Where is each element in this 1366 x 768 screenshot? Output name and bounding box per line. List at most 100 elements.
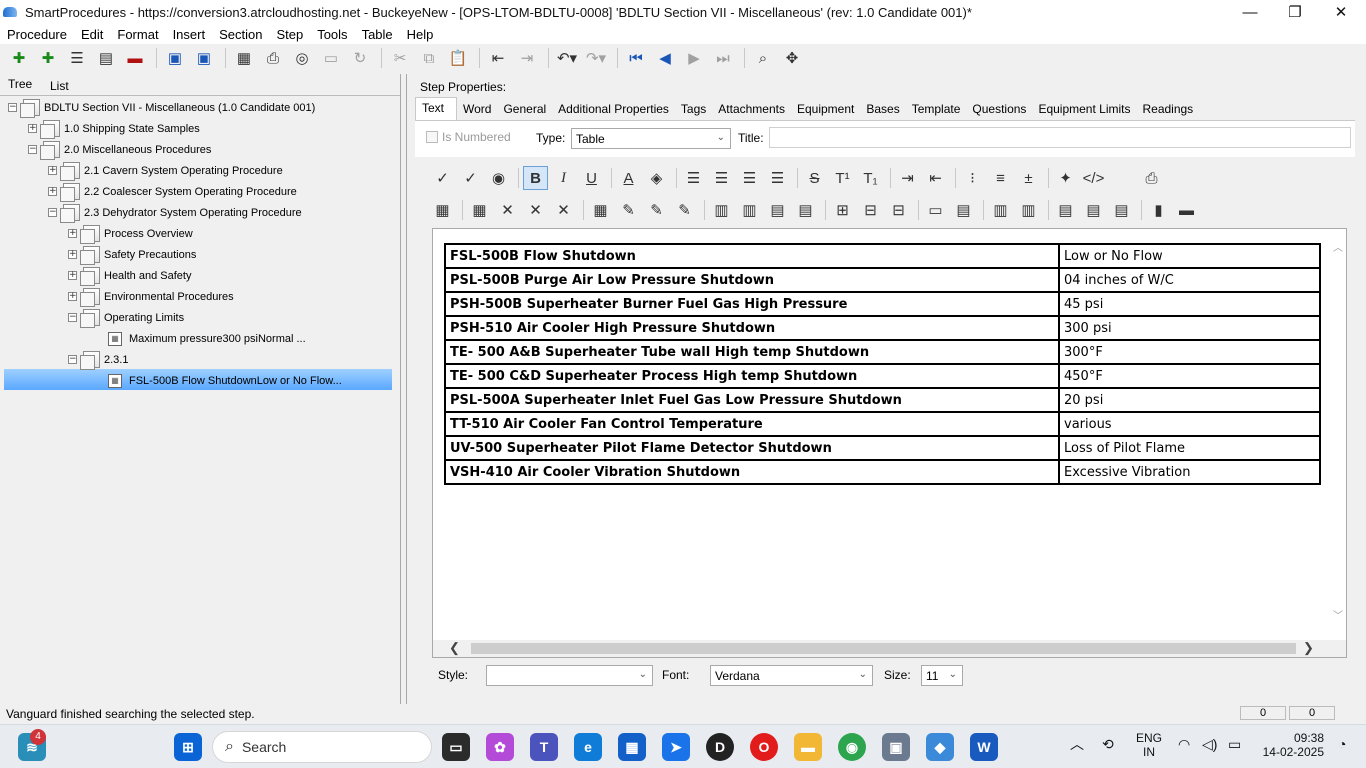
tree-node-coalescer[interactable]: +2.2 Coalescer System Operating Procedur…	[48, 181, 297, 202]
menu-edit[interactable]: Edit	[81, 27, 103, 42]
azure-icon[interactable]: ➤	[662, 733, 690, 761]
menu-insert[interactable]: Insert	[173, 27, 206, 42]
limit-value-cell[interactable]: 20 psi	[1058, 387, 1321, 413]
tree-node-max-pressure[interactable]: ▦ Maximum pressure300 psiNormal ...	[108, 328, 306, 349]
tree-node-environmental[interactable]: + Environmental Procedures	[68, 286, 234, 307]
undo-icon[interactable]: ↶▾	[554, 46, 580, 70]
delete-row-icon[interactable]: ✕	[495, 198, 520, 222]
expand-icon[interactable]: +	[68, 250, 77, 259]
italic-icon[interactable]: I	[551, 166, 576, 190]
tab-questions[interactable]: Questions	[966, 99, 1032, 120]
limit-name-cell[interactable]: PSH-500B Superheater Burner Fuel Gas Hig…	[444, 291, 1060, 317]
expand-icon[interactable]: +	[48, 187, 57, 196]
collapse-icon[interactable]: −	[28, 145, 37, 154]
delete-cells-icon[interactable]: ✕	[551, 198, 576, 222]
magic-wand-icon[interactable]: ✦	[1053, 166, 1078, 190]
limit-value-cell[interactable]: 04 inches of W/C	[1058, 267, 1321, 293]
menu-tools[interactable]: Tools	[317, 27, 347, 42]
tab-tree[interactable]: Tree	[8, 77, 32, 91]
previous-icon[interactable]: ◀	[652, 46, 678, 70]
limit-value-cell[interactable]: 45 psi	[1058, 291, 1321, 317]
menu-format[interactable]: Format	[117, 27, 158, 42]
tab-readings[interactable]: Readings	[1136, 99, 1199, 120]
start-icon[interactable]: ⊞	[174, 733, 202, 761]
justify-icon[interactable]: ☰	[765, 166, 790, 190]
tab-list[interactable]: List	[50, 79, 69, 93]
print-preview-icon[interactable]: ⎙	[1139, 166, 1164, 190]
outdent-icon[interactable]: ⇥	[514, 46, 540, 70]
remote-app-icon[interactable]: ▣	[882, 733, 910, 761]
list-icon[interactable]: ☰	[64, 46, 90, 70]
tab-word[interactable]: Word	[457, 99, 497, 120]
menu-help[interactable]: Help	[407, 27, 434, 42]
bold-icon[interactable]: B	[523, 166, 548, 190]
file-explorer-icon[interactable]: ▬	[794, 733, 822, 761]
minimize-button[interactable]: —	[1227, 0, 1273, 24]
language-indicator[interactable]: ENG IN	[1136, 731, 1162, 759]
tree-node-safety[interactable]: + Safety Precautions	[68, 244, 196, 265]
table-edit-icon[interactable]: ✎	[616, 198, 641, 222]
opera-icon[interactable]: O	[750, 733, 778, 761]
scroll-left-icon[interactable]: ❮	[449, 640, 460, 656]
expand-icon[interactable]: +	[28, 124, 37, 133]
style-select[interactable]: ⌄	[486, 665, 653, 686]
collapse-icon[interactable]: −	[68, 313, 77, 322]
limit-name-cell[interactable]: PSH-510 Air Cooler High Pressure Shutdow…	[444, 315, 1060, 341]
spellcheck-icon[interactable]: ✓	[430, 166, 455, 190]
tree-node-health[interactable]: + Health and Safety	[68, 265, 191, 286]
delete-column-icon[interactable]: ✕	[523, 198, 548, 222]
highlight-icon[interactable]: ◉	[486, 166, 511, 190]
table-properties-icon[interactable]: ✎	[644, 198, 669, 222]
increase-indent-icon[interactable]: ⇥	[895, 166, 920, 190]
limit-name-cell[interactable]: TE- 500 A&B Superheater Tube wall High t…	[444, 339, 1060, 365]
wifi-icon[interactable]: ◠	[1178, 737, 1190, 751]
close-button[interactable]: ✕	[1318, 0, 1364, 24]
title-input[interactable]	[769, 127, 1351, 148]
expand-icon[interactable]: +	[68, 271, 77, 280]
chrome-icon[interactable]: ◉	[838, 733, 866, 761]
distribute-columns-icon[interactable]: ▥	[988, 198, 1013, 222]
limit-name-cell[interactable]: PSL-500B Purge Air Low Pressure Shutdown	[444, 267, 1060, 293]
tree-node-shipping[interactable]: +1.0 Shipping State Samples	[28, 118, 200, 139]
cell-align-middle-icon[interactable]: ▤	[1081, 198, 1106, 222]
chevron-up-icon[interactable]: ︿	[1070, 737, 1084, 751]
tree-node-fsl-500b[interactable]: ▦ FSL-500B Flow ShutdownLow or No Flow...	[108, 370, 342, 391]
task-view-icon[interactable]: ▭	[442, 733, 470, 761]
insert-row-below-icon[interactable]: ▤	[793, 198, 818, 222]
menu-step[interactable]: Step	[276, 27, 303, 42]
horizontal-scrollbar[interactable]: ❮ ❯	[433, 640, 1346, 657]
html-code-icon[interactable]: </>	[1081, 166, 1106, 190]
find-icon[interactable]: ⌕	[750, 46, 776, 70]
monitor-icon[interactable]: ▦	[231, 46, 257, 70]
cell-align-bottom-icon[interactable]: ▤	[1109, 198, 1134, 222]
refresh-icon[interactable]: ◎	[289, 46, 315, 70]
expand-icon[interactable]: +	[48, 166, 57, 175]
first-icon[interactable]: ⏮	[623, 46, 649, 70]
size-select[interactable]: 11 ⌄	[921, 665, 963, 686]
expand-icon[interactable]: +	[68, 229, 77, 238]
distribute-rows-icon[interactable]: ▥	[1016, 198, 1041, 222]
tree-node-operating-limits[interactable]: − Operating Limits	[68, 307, 184, 328]
cell-border-icon[interactable]: ▮	[1146, 198, 1171, 222]
tab-template[interactable]: Template	[906, 99, 967, 120]
scroll-up-icon[interactable]: ︿	[1333, 239, 1343, 254]
split-cell-icon[interactable]: ⊞	[830, 198, 855, 222]
collapse-icon[interactable]: −	[8, 103, 17, 112]
merge-cells-icon[interactable]: ▭	[923, 198, 948, 222]
limit-value-cell[interactable]: 300 psi	[1058, 315, 1321, 341]
store-icon[interactable]: ▦	[618, 733, 646, 761]
type-select[interactable]: Table ⌄	[571, 128, 731, 149]
limit-name-cell[interactable]: UV-500 Superheater Pilot Flame Detector …	[444, 435, 1060, 461]
outline-icon[interactable]: ▤	[93, 46, 119, 70]
scroll-right-icon[interactable]: ❯	[1303, 640, 1314, 656]
insert-line-icon[interactable]: ±	[1016, 166, 1041, 190]
tree-node-2-3-1[interactable]: −2.3.1	[68, 349, 128, 370]
copy-icon[interactable]: ⧉	[416, 46, 442, 70]
limit-value-cell[interactable]: various	[1058, 411, 1321, 437]
tree-node-dehydrator[interactable]: −2.3 Dehydrator System Operating Procedu…	[48, 202, 302, 223]
tree-node-root[interactable]: − BDLTU Section VII - Miscellaneous (1.0 …	[8, 97, 315, 118]
subscript-icon[interactable]: T₁	[858, 166, 883, 190]
vertical-scrollbar[interactable]: ︿ ﹀	[1330, 229, 1346, 641]
limit-name-cell[interactable]: TT-510 Air Cooler Fan Control Temperatur…	[444, 411, 1060, 437]
insert-column-right-icon[interactable]: ▥	[737, 198, 762, 222]
